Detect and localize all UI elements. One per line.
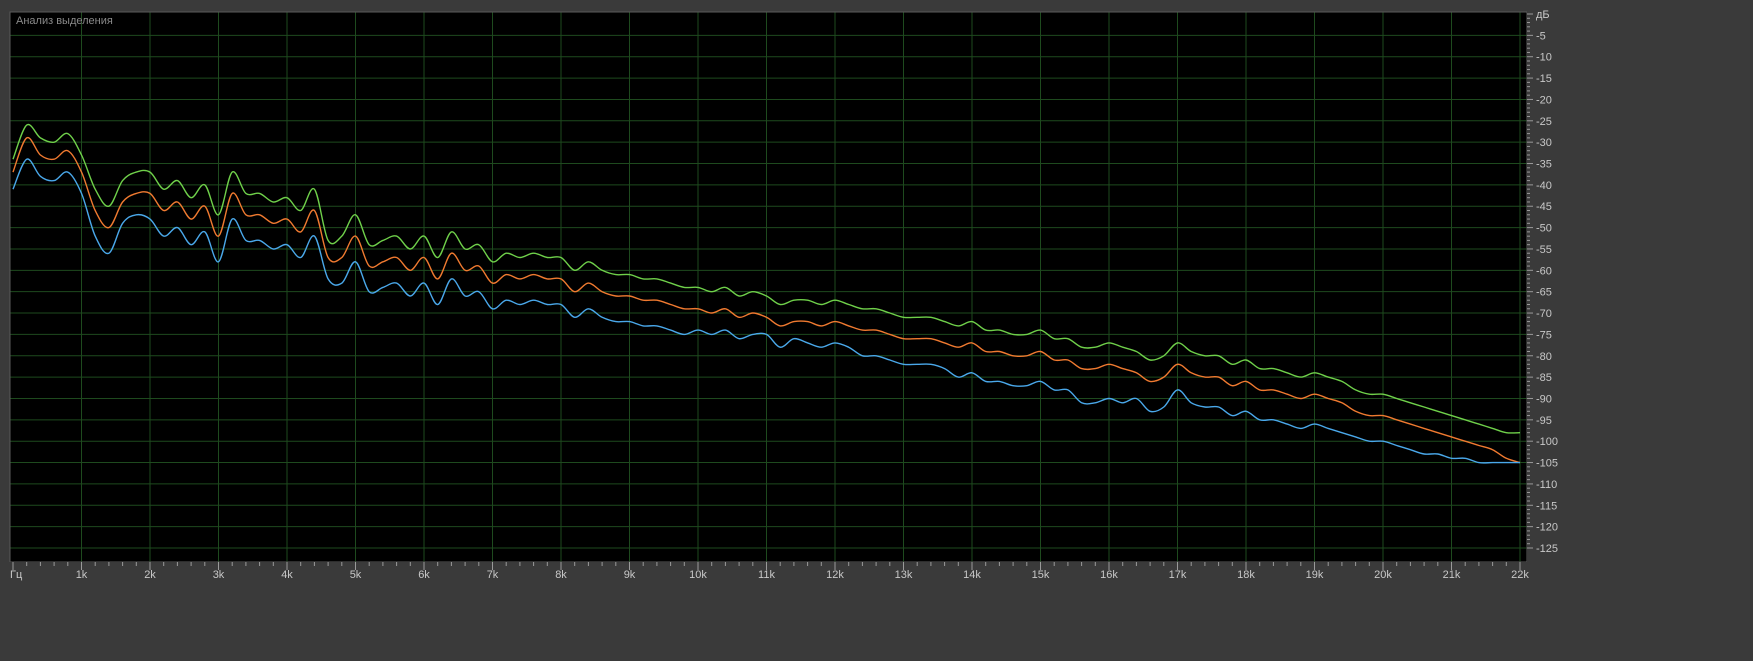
spectrum-chart: дБ -5 -10 -15 -20 -25 -30 -35 -40 -45 -50 -55 -60 -65…: [0, 0, 1753, 661]
y-tick-label: -50: [1536, 223, 1552, 235]
x-tick-label: 4k: [281, 569, 293, 581]
x-tick-label: 16k: [1100, 569, 1118, 581]
y-tick-label: дБ: [1536, 9, 1550, 21]
x-axis-band: [0, 562, 1753, 661]
x-tick-label: 1k: [76, 569, 88, 581]
y-tick-label: -65: [1536, 287, 1552, 299]
y-tick-label: -70: [1536, 308, 1552, 320]
y-tick-label: -40: [1536, 180, 1552, 192]
x-axis: Гц 1k 2k 3k 4k 5k 6k 7k 8k 9k 10k 11k 12k 13k 14k 15k 16…: [0, 562, 1753, 661]
y-tick-label: -95: [1536, 415, 1552, 427]
y-tick-label: -110: [1536, 479, 1557, 491]
panel-title: Анализ выделения: [16, 15, 113, 27]
x-tick-label: 5k: [350, 569, 362, 581]
y-tick-label: -35: [1536, 159, 1552, 171]
y-tick-label: -25: [1536, 116, 1552, 128]
x-tick-label: 11k: [758, 569, 775, 581]
x-tick-label: 19k: [1306, 569, 1324, 581]
y-tick-label: -125: [1536, 543, 1558, 555]
x-tick-label: 13k: [895, 569, 913, 581]
y-tick-label: -30: [1536, 137, 1552, 149]
y-tick-label: -55: [1536, 244, 1552, 256]
y-axis: дБ -5 -10 -15 -20 -25 -30 -35 -40 -45 -50 -55 -60 -65…: [1527, 0, 1753, 661]
y-tick-label: -75: [1536, 329, 1552, 341]
x-tick-label: 20k: [1374, 569, 1392, 581]
y-tick-label: -80: [1536, 351, 1552, 363]
y-tick-label: -20: [1536, 94, 1552, 106]
y-tick-label: -15: [1536, 73, 1552, 85]
y-tick-label: -100: [1536, 436, 1558, 448]
y-tick-label: -10: [1536, 52, 1552, 64]
y-axis-band: [1527, 0, 1753, 661]
x-tick-label: 6k: [418, 569, 430, 581]
y-tick-label: -60: [1536, 265, 1552, 277]
x-tick-label: 15k: [1032, 569, 1050, 581]
y-tick-label: -90: [1536, 393, 1552, 405]
x-tick-label: 12k: [826, 569, 844, 581]
x-tick-label: 3k: [213, 569, 225, 581]
x-tick-label: 9k: [624, 569, 636, 581]
x-tick-label: Гц: [10, 569, 23, 581]
x-tick-label: 10k: [689, 569, 707, 581]
y-tick-label: -120: [1536, 522, 1558, 534]
spectrum-analysis-window: дБ -5 -10 -15 -20 -25 -30 -35 -40 -45 -50 -55 -60 -65…: [0, 0, 1753, 661]
x-tick-label: 2k: [144, 569, 156, 581]
x-tick-label: 21k: [1443, 569, 1461, 581]
y-tick-label: -85: [1536, 372, 1552, 384]
x-tick-label: 17k: [1169, 569, 1187, 581]
x-tick-label: 18k: [1237, 569, 1255, 581]
y-tick-label: -45: [1536, 201, 1552, 213]
y-tick-label: -5: [1536, 30, 1546, 42]
x-tick-label: 7k: [487, 569, 499, 581]
plot-area: [10, 12, 1527, 562]
x-tick-label: 14k: [963, 569, 981, 581]
y-tick-label: -105: [1536, 458, 1558, 470]
y-tick-label: -115: [1536, 500, 1557, 512]
x-tick-label: 22k: [1511, 569, 1529, 581]
x-tick-label: 8k: [555, 569, 567, 581]
